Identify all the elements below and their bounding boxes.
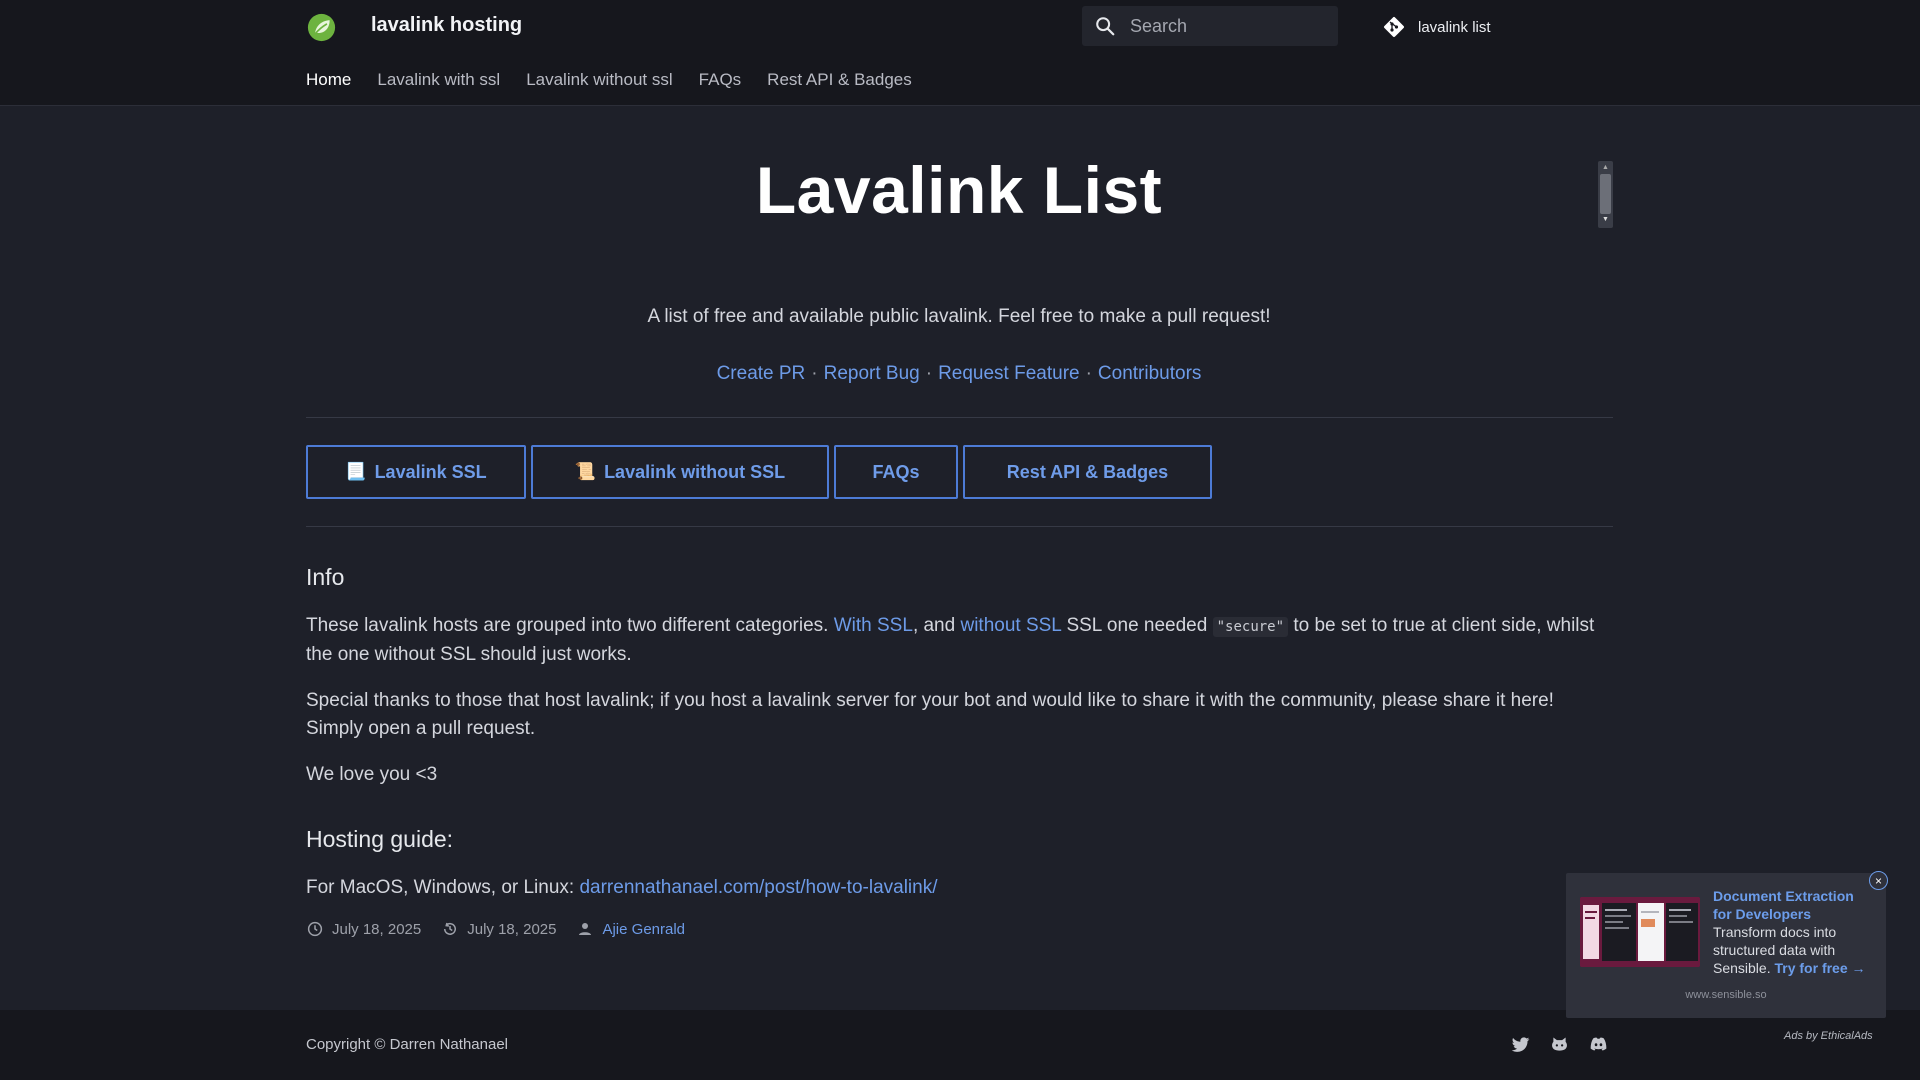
footer: Copyright © Darren Nathanael <box>0 1010 1920 1080</box>
guide-paragraph: For MacOS, Windows, or Linux: darrennath… <box>306 874 1596 902</box>
ad-text[interactable]: Document Extraction for Developers Trans… <box>1713 887 1875 977</box>
social-links <box>1510 1034 1609 1055</box>
link-separator: · <box>1085 363 1092 384</box>
link-separator: · <box>811 363 818 384</box>
create-pr-link[interactable]: Create PR <box>717 363 806 384</box>
git-icon <box>1384 17 1404 37</box>
nav-faqs[interactable]: FAQs <box>699 70 742 90</box>
rest-api-button[interactable]: Rest API & Badges <box>963 445 1212 499</box>
button-row: 📃 Lavalink SSL 📜 Lavalink without SSL FA… <box>306 445 1212 499</box>
request-feature-link[interactable]: Request Feature <box>938 363 1080 384</box>
divider <box>306 417 1613 418</box>
page-title: Lavalink List <box>755 153 1163 227</box>
with-ssl-link[interactable]: With SSL <box>834 615 913 636</box>
info-paragraph-2: Special thanks to those that host lavali… <box>306 690 1554 739</box>
without-ssl-link[interactable]: without SSL <box>960 615 1061 636</box>
nav-home[interactable]: Home <box>306 70 351 90</box>
page-icon: 📃 <box>345 462 367 481</box>
search-input[interactable] <box>1130 6 1330 46</box>
text: For MacOS, Windows, or Linux: <box>306 877 580 898</box>
button-label: Rest API & Badges <box>1006 461 1169 482</box>
quick-links: Create PR · Report Bug · Request Feature · Con… <box>306 363 1612 385</box>
updated-date: July 18, 2025 <box>441 920 556 938</box>
contributors-link[interactable]: Contributors <box>1098 363 1202 384</box>
lavalink-ssl-button[interactable]: 📃 Lavalink SSL <box>306 445 526 499</box>
link-separator: · <box>925 363 933 384</box>
ad-close-button[interactable]: × <box>1869 871 1888 890</box>
button-label: Lavalink SSL <box>374 461 487 482</box>
author: Ajie Genrald <box>576 920 685 938</box>
secure-code: "secure" <box>1212 617 1289 637</box>
person-icon <box>579 923 592 935</box>
info-paragraph-1: These lavalink hosts are grouped into tw… <box>306 612 1596 669</box>
updated-date-text: July 18, 2025 <box>467 920 557 938</box>
nav-rest-api[interactable]: Rest API & Badges <box>767 70 912 90</box>
info-paragraph-3: We love you <3 <box>306 764 438 785</box>
nav-lavalink-ssl[interactable]: Lavalink with ssl <box>377 70 500 90</box>
text: These lavalink hosts are grouped into tw… <box>306 615 834 636</box>
faqs-button[interactable]: FAQs <box>834 445 958 499</box>
copyright: Copyright © Darren Nathanael <box>306 1036 508 1053</box>
lavalink-without-ssl-button[interactable]: 📜 Lavalink without SSL <box>531 445 829 499</box>
main-nav: Home Lavalink with ssl Lavalink without … <box>306 70 912 90</box>
button-label: Lavalink without SSL <box>604 461 786 482</box>
nav-lavalink-no-ssl[interactable]: Lavalink without ssl <box>526 70 672 90</box>
text: , and <box>912 615 961 636</box>
page-meta: July 18, 2025 July 18, 2025 Ajie Genrald <box>306 920 705 938</box>
repo-link[interactable]: lavalink list <box>1382 14 1491 40</box>
created-date-text: July 18, 2025 <box>332 920 422 938</box>
scroll-thumb[interactable] <box>1600 174 1611 214</box>
scroll-up-icon[interactable]: ▲ <box>1602 164 1609 172</box>
info-heading: Info <box>306 564 345 590</box>
repo-label: lavalink list <box>1418 18 1491 36</box>
mini-scrollbar[interactable]: ▲ ▼ <box>1598 161 1613 228</box>
ad-image[interactable] <box>1580 897 1700 967</box>
ads-by-ethicalads[interactable]: Ads by EthicalAds <box>1784 1030 1873 1042</box>
tagline: A list of free and available public lava… <box>647 306 1271 327</box>
discord-icon[interactable] <box>1588 1034 1609 1055</box>
divider <box>306 526 1613 527</box>
button-label: FAQs <box>872 461 920 482</box>
scroll-icon: 📜 <box>574 462 597 481</box>
search-icon <box>1096 17 1115 36</box>
ad-domain: www.sensible.so <box>1685 989 1767 1001</box>
clock-icon <box>307 921 323 937</box>
guide-heading: Hosting guide: <box>306 826 454 852</box>
search-box[interactable] <box>1082 6 1338 46</box>
github-icon[interactable] <box>1549 1034 1570 1055</box>
ad-cta[interactable]: Try for free → <box>1774 960 1865 976</box>
site-title[interactable]: lavalink hosting <box>371 14 522 37</box>
author-link[interactable]: Ajie Genrald <box>602 921 685 938</box>
twitter-icon[interactable] <box>1510 1034 1531 1055</box>
report-bug-link[interactable]: Report Bug <box>824 363 920 384</box>
history-icon <box>444 922 457 935</box>
created-date: July 18, 2025 <box>306 920 421 938</box>
top-header: lavalink hosting lavalink list Home Lava… <box>0 0 1920 106</box>
ad-title[interactable]: Document Extraction for Developers <box>1713 888 1854 922</box>
text: SSL one needed <box>1061 615 1213 636</box>
spring-logo-icon[interactable] <box>307 13 336 42</box>
scroll-down-icon[interactable]: ▼ <box>1602 216 1609 224</box>
guide-link[interactable]: darrennathanael.com/post/how-to-lavalink… <box>579 877 937 898</box>
ethical-ad[interactable]: Document Extraction for Developers Trans… <box>1566 873 1886 1018</box>
